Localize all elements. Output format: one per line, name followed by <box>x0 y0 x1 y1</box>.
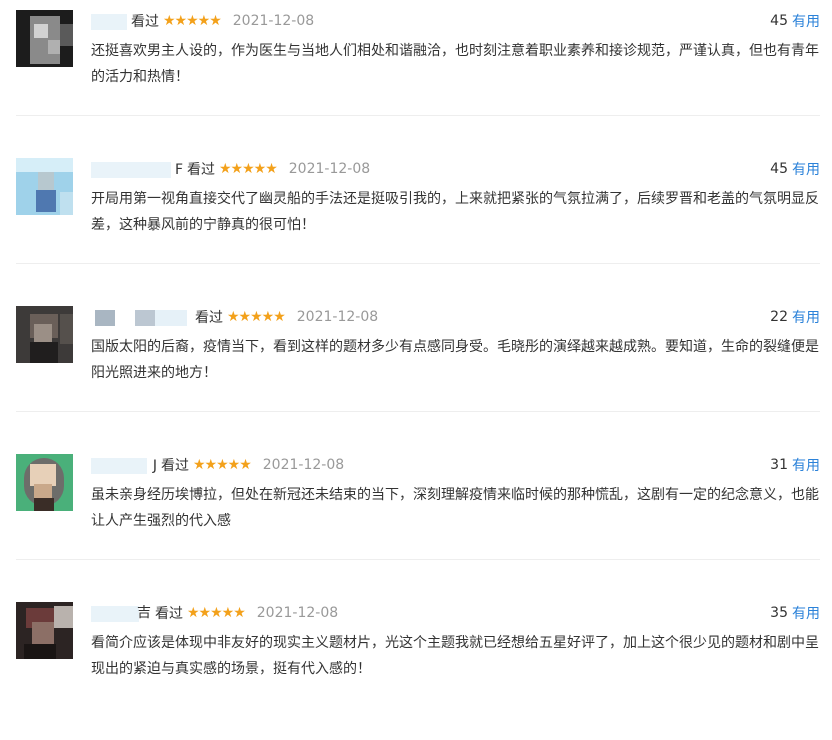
vote-count: 22 <box>770 309 788 325</box>
divider <box>16 263 820 264</box>
review-date: 2021-12-08 <box>296 309 379 325</box>
review-content: 国版太阳的后裔，疫情当下，看到这样的题材多少有点感同身受。毛晓彤的演绎越来越成熟… <box>91 339 819 381</box>
vote-count: 45 <box>770 161 788 177</box>
review-date: 2021-12-08 <box>232 13 315 29</box>
review-date: 2021-12-08 <box>288 161 371 177</box>
review-content: 虽未亲身经历埃博拉，但处在新冠还未结束的当下，深刻理解疫情来临时候的那种慌乱，这… <box>91 487 819 529</box>
useful-button[interactable]: 有用 <box>792 455 820 475</box>
star-rating: ★★★★★ <box>193 457 252 473</box>
divider <box>16 411 820 412</box>
vote-area: 22 有用 <box>770 306 820 328</box>
star-rating: ★★★★★ <box>187 605 246 621</box>
vote-area: 45 有用 <box>770 158 820 180</box>
username[interactable]: F <box>91 160 183 178</box>
review-meta: 看过 ★★★★★ 2021-12-08 <box>91 306 378 328</box>
review-meta: F 看过 ★★★★★ 2021-12-08 <box>91 158 370 180</box>
review-item: 吉 看过 ★★★★★ 2021-12-08 35 有用 看简介应该是体现中非友好… <box>0 592 832 740</box>
useful-button[interactable]: 有用 <box>792 307 820 327</box>
seen-label: 看过 <box>131 14 159 30</box>
seen-label: 看过 <box>187 162 215 178</box>
username[interactable] <box>91 12 127 30</box>
star-rating: ★★★★★ <box>227 309 286 325</box>
vote-count: 45 <box>770 13 788 29</box>
review-content: 开局用第一视角直接交代了幽灵船的手法还是挺吸引我的，上来就把紧张的气氛拉满了，后… <box>91 191 819 233</box>
avatar[interactable] <box>16 10 73 67</box>
review-item: 看过 ★★★★★ 2021-12-08 45 有用 还挺喜欢男主人设的，作为医生… <box>0 0 832 148</box>
review-item: F 看过 ★★★★★ 2021-12-08 45 有用 开局用第一视角直接交代了… <box>0 148 832 296</box>
review-date: 2021-12-08 <box>262 457 345 473</box>
review-content: 还挺喜欢男主人设的，作为医生与当地人们相处和谐融洽，也时刻注意着职业素养和接诊规… <box>91 43 819 85</box>
username[interactable] <box>91 308 191 326</box>
seen-label: 看过 <box>161 458 189 474</box>
review-list: 看过 ★★★★★ 2021-12-08 45 有用 还挺喜欢男主人设的，作为医生… <box>0 0 832 692</box>
divider <box>16 115 820 116</box>
vote-area: 35 有用 <box>770 602 820 624</box>
username[interactable]: 吉 <box>91 604 151 622</box>
vote-count: 31 <box>770 457 788 473</box>
useful-button[interactable]: 有用 <box>792 603 820 623</box>
useful-button[interactable]: 有用 <box>792 159 820 179</box>
vote-count: 35 <box>770 605 788 621</box>
seen-label: 看过 <box>155 606 183 622</box>
review-meta: 吉 看过 ★★★★★ 2021-12-08 <box>91 602 338 624</box>
review-item: 看过 ★★★★★ 2021-12-08 22 有用 国版太阳的后裔，疫情当下，看… <box>0 296 832 444</box>
review-content: 看简介应该是体现中非友好的现实主义题材片，光这个主题我就已经想给五星好评了，加上… <box>91 635 819 677</box>
review-item: J 看过 ★★★★★ 2021-12-08 31 有用 虽未亲身经历埃博拉，但处… <box>0 444 832 592</box>
star-rating: ★★★★★ <box>163 13 222 29</box>
star-rating: ★★★★★ <box>219 161 278 177</box>
divider <box>16 559 820 560</box>
useful-button[interactable]: 有用 <box>792 11 820 31</box>
avatar[interactable] <box>16 306 73 363</box>
vote-area: 45 有用 <box>770 10 820 32</box>
review-meta: J 看过 ★★★★★ 2021-12-08 <box>91 454 344 476</box>
review-meta: 看过 ★★★★★ 2021-12-08 <box>91 10 314 32</box>
avatar[interactable] <box>16 602 73 659</box>
avatar[interactable] <box>16 454 73 511</box>
username[interactable]: J <box>91 456 157 474</box>
avatar[interactable] <box>16 158 73 215</box>
review-date: 2021-12-08 <box>256 605 339 621</box>
vote-area: 31 有用 <box>770 454 820 476</box>
seen-label: 看过 <box>195 310 223 326</box>
